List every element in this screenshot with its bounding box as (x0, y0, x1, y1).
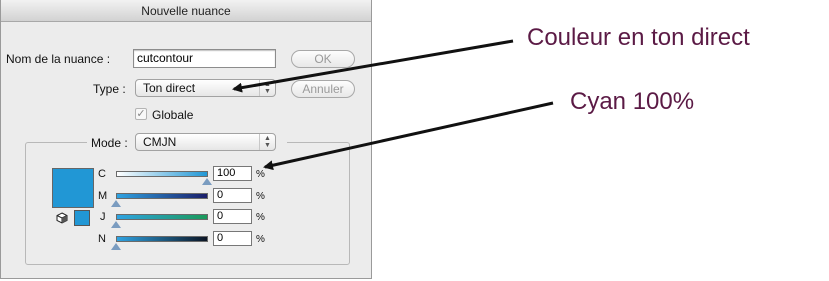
spot-color-arrow (232, 39, 514, 93)
cyan-annotation: Cyan 100% (570, 88, 695, 115)
spot-color-annotation: Couleur en ton direct (527, 24, 750, 51)
cyan-arrow (263, 101, 554, 171)
